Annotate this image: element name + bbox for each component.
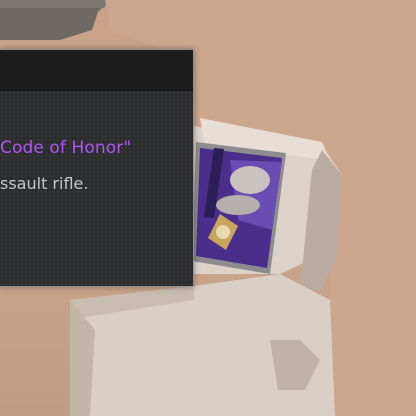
tooltip-item-name: Code of Honor" [0,138,132,158]
game-viewport: Code of Honor" ssault rifle. [0,0,416,416]
tooltip-header [0,50,193,91]
lion-crest-face [216,225,230,239]
item-tooltip: Code of Honor" ssault rifle. [0,49,194,287]
banner-character [230,166,270,194]
tooltip-item-description: ssault rifle. [0,174,89,193]
background-ledge-top [0,0,110,8]
banner-character-body [216,195,260,215]
